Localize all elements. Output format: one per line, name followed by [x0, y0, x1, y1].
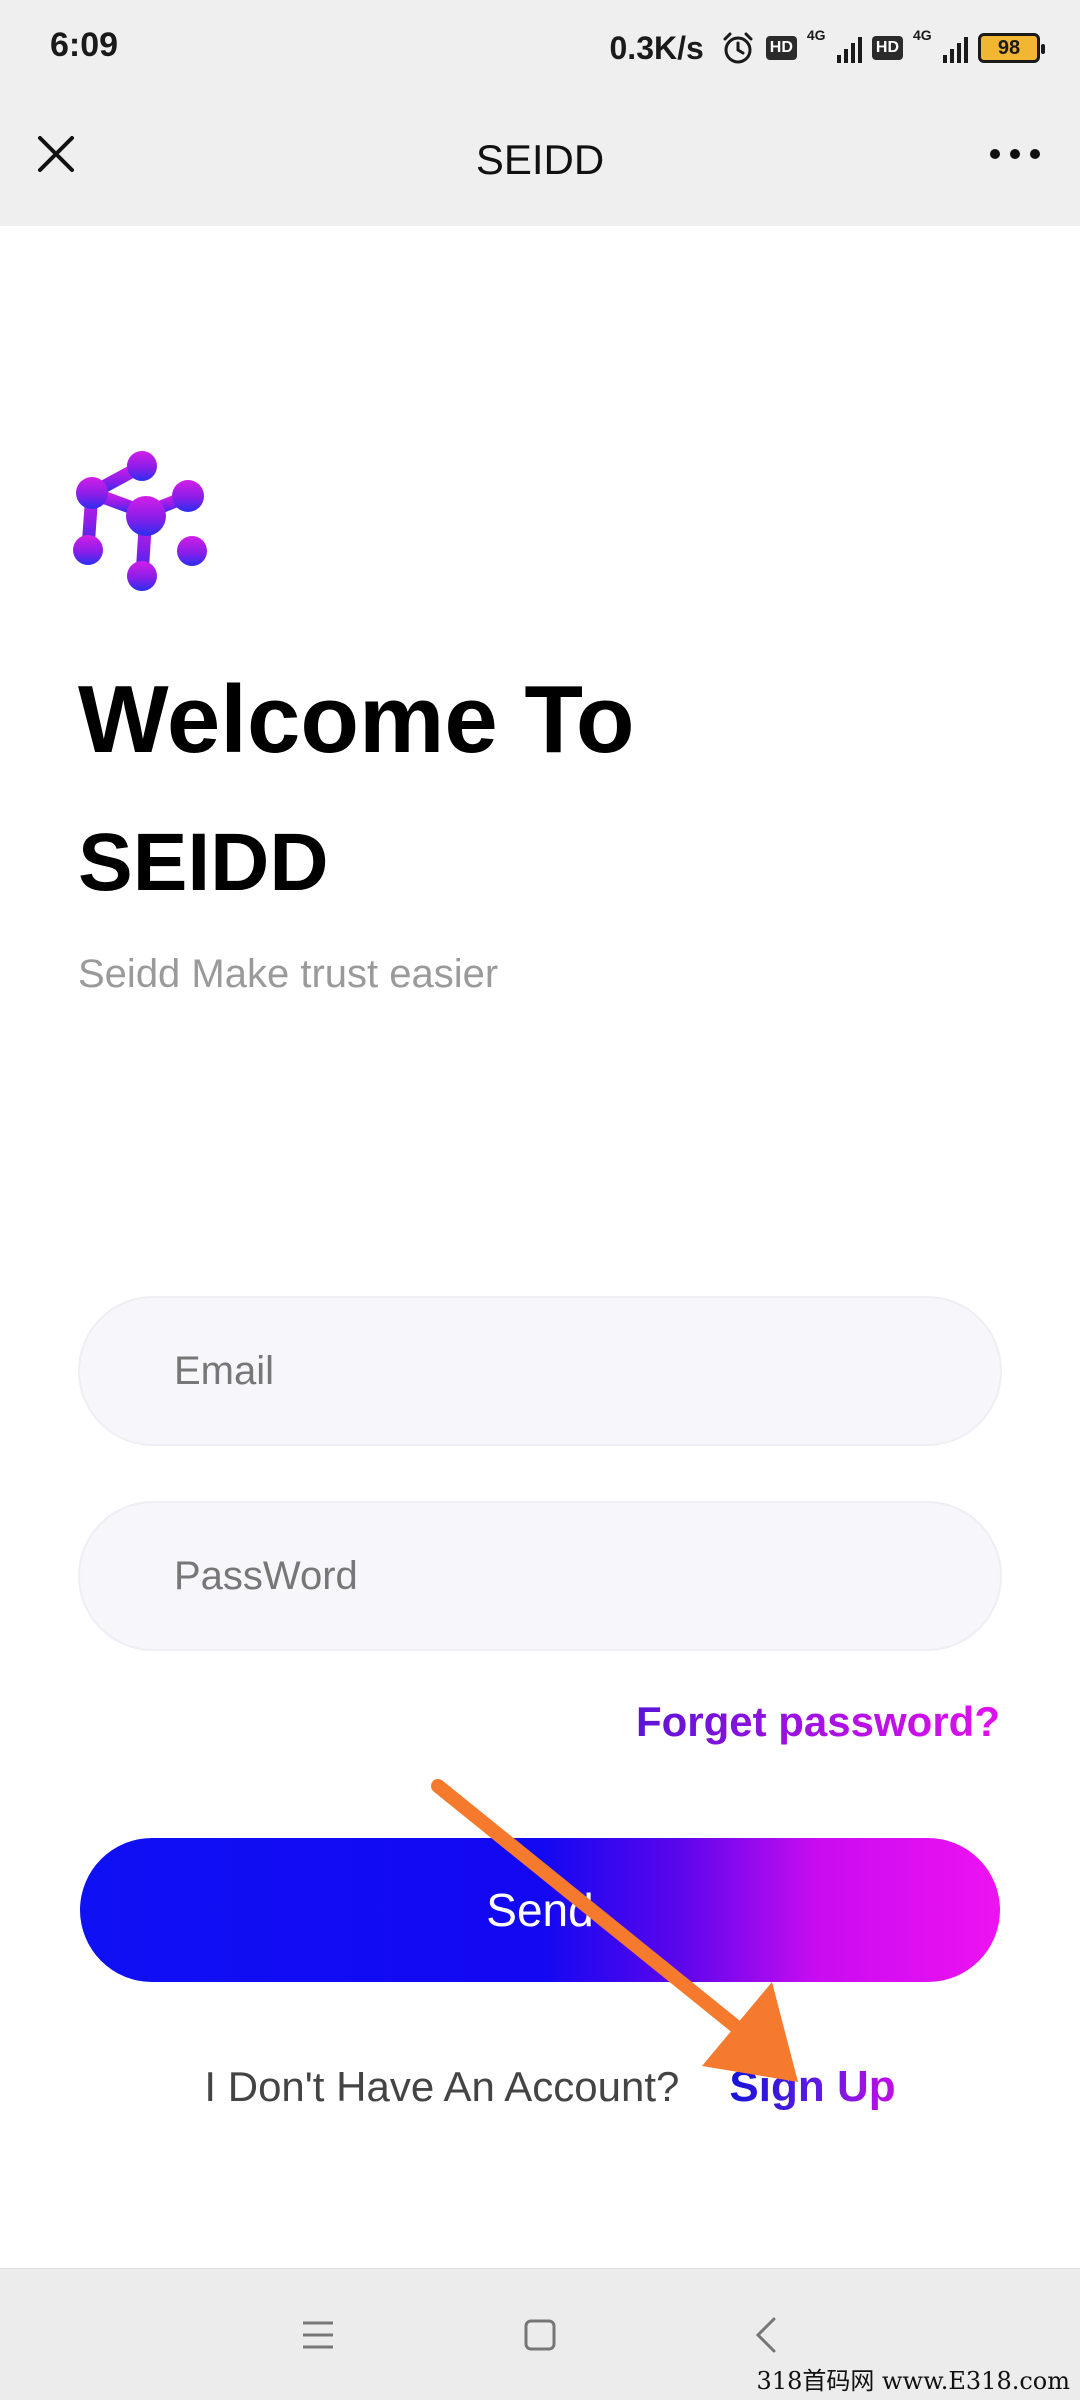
home-icon [524, 2319, 556, 2351]
welcome-heading: Welcome To [78, 666, 635, 773]
seidd-logo-icon [73, 451, 207, 591]
more-icon [990, 149, 1000, 159]
hd-icon: HD [765, 36, 797, 60]
watermark-text: 318首码网 www.E318.com [756, 2367, 1070, 2395]
page-title: SEIDD [475, 136, 605, 183]
status-time: 6:09 [50, 26, 119, 64]
nav-menu-button[interactable] [288, 2305, 348, 2365]
menu-icon [303, 2321, 333, 2349]
sign-up-link[interactable]: Sign Up [729, 2062, 895, 2112]
signal-4g-icon: 4G [807, 27, 862, 63]
brand-heading: SEIDD [78, 817, 329, 908]
password-input[interactable] [80, 1503, 1000, 1649]
battery-icon: 98 [978, 33, 1045, 63]
alarm-icon [723, 32, 753, 64]
hd-icon: HD [871, 36, 903, 60]
send-button-label: Send [486, 1884, 594, 1936]
network-type-label: 4G [913, 27, 932, 43]
tagline: Seidd Make trust easier [78, 952, 499, 996]
email-input[interactable] [80, 1298, 1000, 1444]
net-speed: 0.3K/s [609, 29, 704, 66]
send-button[interactable]: Send [80, 1838, 1000, 1982]
account-row: I Don't Have An Account? Sign Up [0, 2062, 1080, 2112]
password-field-container [78, 1501, 1002, 1651]
nav-home-button[interactable] [510, 2305, 570, 2365]
more-button[interactable] [980, 126, 1050, 182]
status-icons: 0.3K/s HD 4G HD 4G 98 [609, 24, 1045, 72]
status-bar: 6:09 0.3K/s HD 4G HD 4G 98 [0, 0, 1080, 96]
back-icon [755, 2317, 776, 2353]
forgot-password-link[interactable]: Forget password? [636, 1698, 1000, 1746]
battery-level: 98 [997, 36, 1021, 59]
nav-back-button[interactable] [736, 2305, 796, 2365]
signal-4g-icon: 4G [913, 27, 968, 63]
email-field-container [78, 1296, 1002, 1446]
network-type-label: 4G [806, 27, 826, 43]
no-account-text: I Don't Have An Account? [204, 2063, 680, 2110]
title-bar: SEIDD [0, 96, 1080, 226]
